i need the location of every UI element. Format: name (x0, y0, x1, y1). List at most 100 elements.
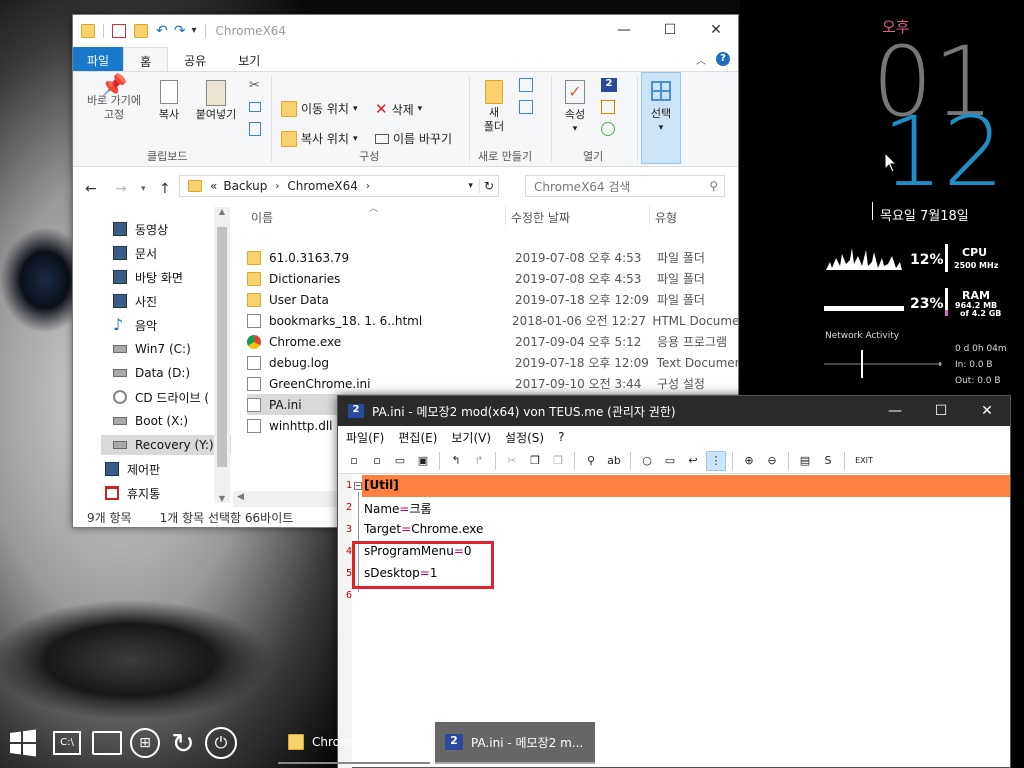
file-row[interactable]: Dictionaries 2019-07-08 오후 4:53 파일 폴더 (247, 268, 738, 289)
language-tray-icon[interactable]: A (962, 736, 972, 752)
nav-item[interactable]: ♪ 음악 (113, 315, 157, 335)
up-icon[interactable]: ↑ (159, 181, 171, 197)
scheme-icon[interactable]: ▭ (660, 451, 680, 471)
open-file-icon[interactable]: ▫ (367, 451, 387, 471)
menu-settings[interactable]: 설정(S) (505, 429, 544, 446)
nav-item[interactable]: 동영상 (113, 219, 168, 239)
fold-marker-icon[interactable]: − (354, 482, 362, 490)
file-row[interactable]: User Data 2019-07-18 오후 12:09 파일 폴더 (247, 289, 738, 310)
back-icon[interactable]: ← (85, 181, 97, 197)
file-row[interactable]: bookmarks_18. 1. 6..html 2018-01-06 오전 12… (247, 310, 738, 331)
file-row[interactable]: Chrome.exe 2017-09-04 오후 5:12 응용 프로그램 (247, 331, 738, 352)
minimize-button[interactable]: — (601, 15, 647, 45)
nav-item[interactable]: 제어판 (105, 459, 160, 479)
easy-access-icon[interactable] (519, 100, 533, 114)
file-row[interactable]: 61.0.3163.79 2019-07-08 오후 4:53 파일 폴더 (247, 247, 738, 268)
notepad-minimize-button[interactable]: — (872, 396, 918, 426)
undo-tool-icon[interactable]: ↰ (446, 451, 466, 471)
paste-tool-icon[interactable]: ❐ (548, 451, 568, 471)
tab-home[interactable]: 홈 (123, 47, 169, 71)
exit-icon[interactable]: EXIT (851, 451, 877, 471)
new-item-icon[interactable] (519, 78, 533, 92)
pin-button[interactable]: 📌 바로 가기에 고정 (79, 76, 149, 122)
breadcrumb-backup[interactable]: Backup (223, 179, 267, 193)
find-icon[interactable]: ⚲ (581, 451, 601, 471)
file-row[interactable]: GreenChrome.ini 2017-09-10 오전 3:44 구성 설정 (247, 373, 738, 394)
cut-tool-icon[interactable]: ✂ (502, 451, 522, 471)
menu-view[interactable]: 보기(V) (451, 429, 491, 446)
file-row[interactable]: debug.log 2019-07-18 오후 12:09 Text Documen… (247, 352, 738, 373)
recent-dropdown-icon[interactable]: ▾ (141, 184, 146, 194)
menu-help[interactable]: ? (558, 430, 564, 444)
network-tray-icon[interactable]: ▦ (893, 738, 905, 753)
replace-icon[interactable]: ab (604, 451, 624, 471)
usb-tray-icon[interactable]: ♁ (917, 736, 927, 752)
column-name[interactable]: 이름 (251, 209, 273, 226)
explorer-titlebar[interactable]: ↶ ↷ ▾ ChromeX64 — ☐ ✕ (73, 15, 738, 47)
zoom-in-icon[interactable]: ⊕ (739, 451, 759, 471)
goto-icon[interactable]: ○ (637, 451, 657, 471)
select-button[interactable]: 선택 ▾ (641, 72, 681, 164)
nav-item[interactable]: Recovery (Y:) (101, 435, 231, 455)
nav-item[interactable]: 바탕 화면 (113, 267, 183, 287)
paste-shortcut-icon[interactable] (249, 122, 261, 136)
notepad-titlebar[interactable]: 2 PA.ini - 메모장2 mod(x64) von TEUS.me (관리… (338, 396, 1010, 426)
close-button[interactable]: ✕ (693, 15, 739, 45)
move-to-button[interactable]: 이동 위치 ▾ (281, 100, 358, 117)
breadcrumb-chromex64[interactable]: ChromeX64 (287, 179, 358, 193)
nav-item[interactable]: CD 드라이브 ( (113, 387, 209, 407)
column-date[interactable]: 수정한 날짜 (511, 209, 570, 226)
word-wrap-icon[interactable]: ↩ (683, 451, 703, 471)
rename-button[interactable]: 이름 바꾸기 (375, 130, 452, 147)
undo-icon[interactable]: ↶ (156, 23, 168, 39)
zoom-out-icon[interactable]: ⊖ (762, 451, 782, 471)
forward-icon[interactable]: → (115, 181, 127, 197)
taskbar-notepad-task[interactable]: 2 PA.ini - 메모장2 m... (435, 722, 595, 764)
nav-item[interactable]: 휴지통 (105, 483, 160, 503)
browse-folder-icon[interactable]: ▭ (390, 451, 410, 471)
nav-item[interactable]: 사진 (113, 291, 157, 311)
nav-scroll-thumb[interactable] (217, 227, 227, 467)
copy-path-icon[interactable] (249, 102, 261, 112)
open-with-icon[interactable]: 2 (601, 78, 617, 92)
copy-button[interactable]: 복사 (151, 80, 187, 122)
power-icon[interactable]: ⏻ (204, 726, 238, 760)
copy-tool-icon[interactable]: ❐ (525, 451, 545, 471)
notepad-maximize-button[interactable]: ☐ (918, 396, 964, 426)
history-icon[interactable] (601, 122, 615, 136)
keyboard-tray-icon[interactable]: ⌨ (938, 736, 958, 752)
maximize-button[interactable]: ☐ (647, 15, 693, 45)
new-folder-icon[interactable] (134, 23, 148, 38)
menu-file[interactable]: 파일(F) (346, 429, 384, 446)
cmd-icon[interactable]: C:\ (50, 726, 84, 760)
new-folder-button[interactable]: 새 폴더 (477, 80, 511, 134)
edit-icon[interactable] (601, 100, 615, 114)
search-input[interactable]: ChromeX64 검색 ⚲ (525, 175, 725, 197)
redo-tool-icon[interactable]: ↱ (469, 451, 489, 471)
copy-to-button[interactable]: 복사 위치 ▾ (281, 130, 358, 147)
save-icon[interactable]: ▣ (413, 451, 433, 471)
file-manager-icon[interactable] (90, 726, 124, 760)
properties-button[interactable]: ✓ 속성 ▾ (557, 80, 593, 136)
nav-item[interactable]: 문서 (113, 243, 157, 263)
settings-tool-icon[interactable]: ▤ (795, 451, 815, 471)
windows-icon[interactable]: ⊞ (128, 726, 162, 760)
address-dropdown-icon[interactable]: ▾ (468, 181, 473, 191)
nav-scrollbar[interactable]: ▲ ▼ (214, 207, 230, 503)
tab-view[interactable]: 보기 (222, 47, 276, 71)
line-numbers-icon[interactable]: ⋮ (706, 450, 726, 471)
restart-icon[interactable]: ↻ (166, 726, 200, 760)
ribbon-collapse-icon[interactable]: ︿ (690, 47, 712, 71)
nav-item[interactable]: Win7 (C:) (113, 339, 191, 359)
delete-button[interactable]: ✕ 삭제 ▾ (375, 100, 422, 118)
tab-share[interactable]: 공유 (168, 47, 222, 71)
redo-icon[interactable]: ↷ (174, 23, 186, 39)
refresh-icon[interactable]: ↻ (478, 179, 498, 193)
tab-file[interactable]: 파일 (73, 47, 124, 71)
save-settings-icon[interactable]: S (818, 451, 838, 471)
menu-edit[interactable]: 편집(E) (398, 429, 437, 446)
notepad-close-button[interactable]: ✕ (964, 396, 1010, 426)
help-icon[interactable]: ? (716, 52, 730, 66)
taskbar-explorer-task[interactable]: Chrom (278, 722, 430, 764)
new-file-icon[interactable]: ▫ (344, 451, 364, 471)
